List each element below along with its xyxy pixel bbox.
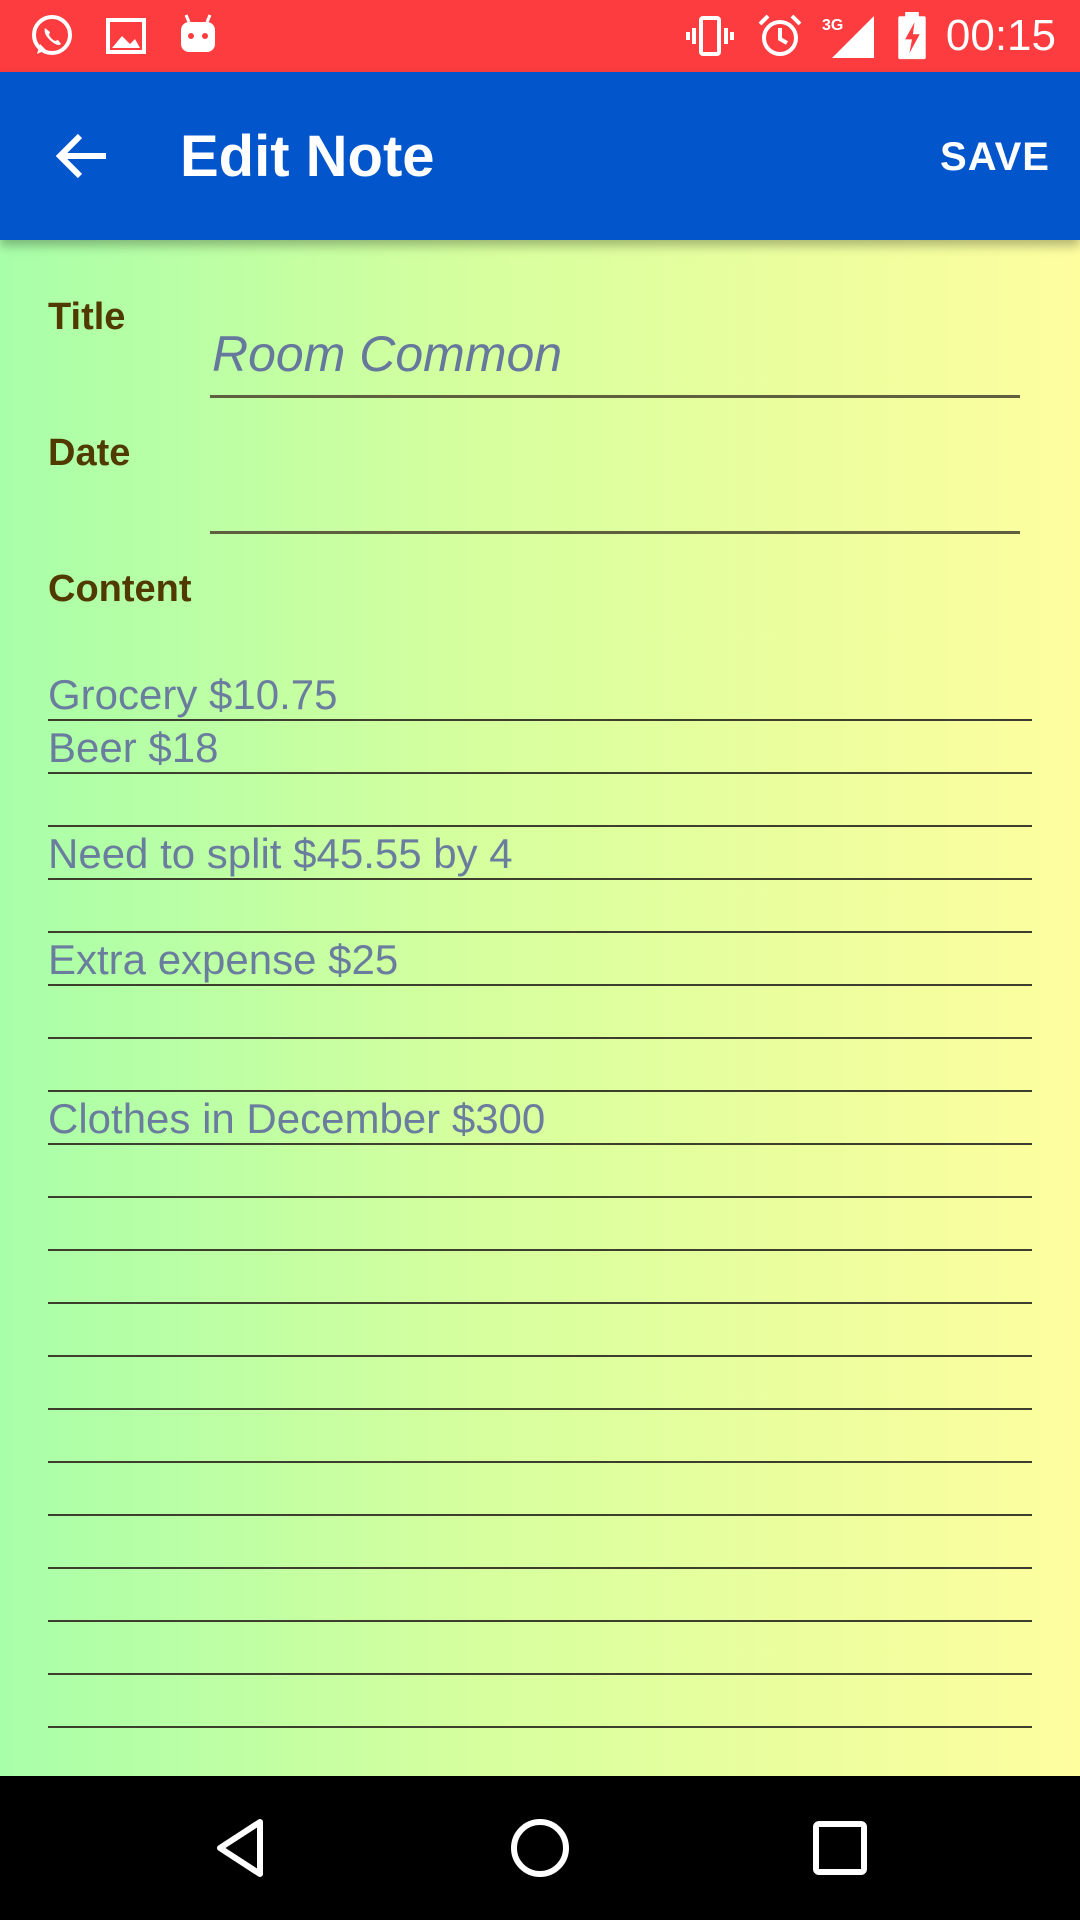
ruled-line [48,1037,1032,1039]
nav-back-button[interactable] [198,1806,282,1890]
arrow-back-icon [55,133,106,179]
ruled-line [48,1355,1032,1357]
back-triangle-icon [217,1819,263,1877]
nav-recents-button[interactable] [798,1806,882,1890]
ruled-line [48,825,1032,827]
ruled-line [48,1249,1032,1251]
back-button[interactable] [40,116,128,196]
ruled-line [48,1408,1032,1410]
ruled-line [48,931,1032,933]
date-field[interactable] [210,454,1020,534]
navigation-bar [0,1776,1080,1920]
image-icon [106,18,146,54]
content-line: Grocery $10.75 [48,671,338,718]
recents-square-icon [813,1821,867,1875]
nav-home-button[interactable] [498,1806,582,1890]
ruled-line [48,1673,1032,1675]
ruled-line [48,1090,1032,1092]
signal-icon: 3G [822,16,874,58]
date-label: Date [48,432,131,474]
content-label: Content [48,568,192,610]
note-editor: Title Room Common Date Content Grocery $… [0,240,1080,1776]
ruled-line [48,1302,1032,1304]
title-field[interactable]: Room Common [210,318,1020,398]
content-line: Clothes in December $300 [48,1095,546,1142]
whatsapp-icon [32,15,72,55]
alarm-icon [758,14,802,56]
ruled-line [48,1196,1032,1198]
content-line: Need to split $45.55 by 4 [48,830,513,877]
app-bar: Edit Note SAVE [0,72,1080,240]
content-line: Beer $18 [48,724,219,771]
vibrate-icon [686,16,734,56]
ruled-line [48,1567,1032,1569]
title-label: Title [48,296,126,338]
save-button[interactable]: SAVE [940,132,1050,182]
page-title: Edit Note [180,124,435,189]
battery-charging-icon [898,12,926,60]
ruled-line [48,1514,1032,1516]
ruled-line [48,1461,1032,1463]
status-clock: 00:15 [945,11,1056,60]
status-bar: 3G 00:15 [0,0,1080,72]
ruled-line [48,1620,1032,1622]
network-type-label: 3G [822,17,843,34]
home-circle-icon [511,1819,569,1877]
content-line: Extra expense $25 [48,936,399,983]
title-field-value: Room Common [212,326,563,382]
ruled-line [48,1726,1032,1728]
android-icon [181,14,215,52]
